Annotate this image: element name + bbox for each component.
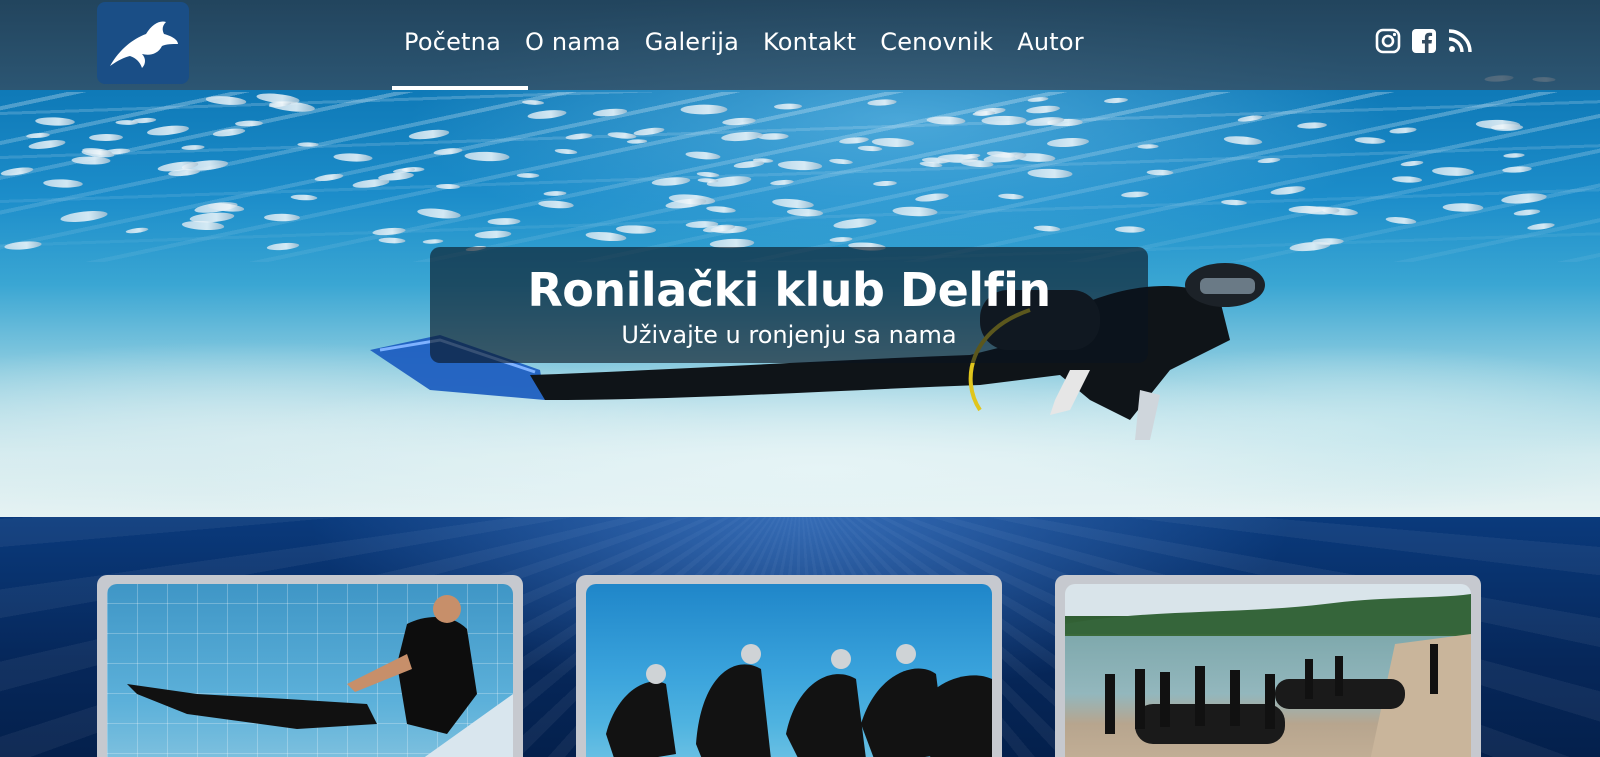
fish-shape — [517, 172, 540, 178]
main-nav: Početna O nama Galerija Kontakt Cenovnik… — [392, 22, 1096, 66]
gallery-section — [0, 517, 1600, 757]
fish-school — [0, 92, 1600, 262]
fish-shape — [1300, 206, 1340, 215]
instagram-icon[interactable] — [1375, 28, 1401, 54]
social-links — [1375, 28, 1473, 54]
nav-item-o-nama[interactable]: O nama — [513, 22, 633, 66]
fish-shape — [626, 138, 648, 144]
gallery-card-group-pool-training[interactable] — [576, 575, 1002, 757]
hero-title-box: Ronilački klub Delfin Uživajte u ronjenj… — [430, 247, 1148, 363]
gallery-photo-beach-boats — [1065, 584, 1471, 757]
nav-item-kontakt[interactable]: Kontakt — [751, 22, 868, 66]
active-nav-indicator — [392, 86, 528, 90]
fish-shape — [487, 217, 521, 225]
nav-item-pocetna[interactable]: Početna — [392, 22, 513, 66]
nav-item-autor[interactable]: Autor — [1005, 22, 1096, 66]
gallery-photo-pool-freediving — [107, 584, 513, 757]
fish-shape — [88, 133, 123, 141]
dolphin-icon — [110, 21, 178, 68]
hero-subtitle: Uživajte u ronjenju sa nama — [621, 321, 957, 349]
gallery-card-beach-boats[interactable] — [1055, 575, 1481, 757]
nav-item-cenovnik[interactable]: Cenovnik — [868, 22, 1005, 66]
gallery-photo-group-pool-training — [586, 584, 992, 757]
gallery-card-pool-freediving[interactable] — [97, 575, 523, 757]
site-header: Početna O nama Galerija Kontakt Cenovnik… — [0, 0, 1600, 90]
facebook-icon[interactable] — [1411, 28, 1437, 54]
fish-shape — [1146, 169, 1173, 176]
nav-item-galerija[interactable]: Galerija — [633, 22, 751, 66]
fish-shape — [297, 141, 319, 147]
rss-icon[interactable] — [1447, 28, 1473, 54]
site-logo[interactable] — [97, 2, 189, 84]
hero-title: Ronilački klub Delfin — [527, 263, 1051, 317]
